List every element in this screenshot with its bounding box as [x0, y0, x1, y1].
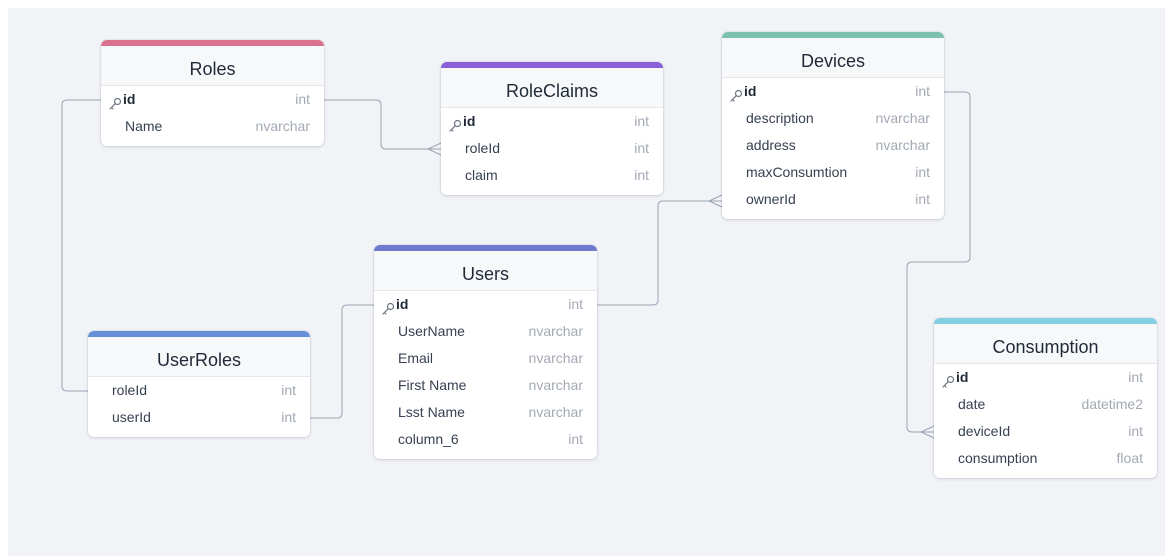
field-name: id	[463, 113, 476, 129]
userroles-field-row[interactable]: roleId int	[88, 377, 310, 404]
field-type: datetime2	[1081, 396, 1143, 412]
roles-table-footer	[101, 140, 324, 146]
field-type: int	[295, 91, 310, 107]
field-name: ownerId	[746, 191, 796, 207]
table-roles[interactable]: Roles id int Name nvarchar	[101, 40, 324, 146]
users-table-header[interactable]: Users	[374, 245, 597, 291]
primary-key-icon	[448, 115, 462, 132]
users-field-row[interactable]: column_6 int	[374, 426, 597, 453]
field-type: int	[1128, 423, 1143, 439]
devices-field-row[interactable]: id int	[722, 78, 944, 105]
userroles-table-header[interactable]: UserRoles	[88, 331, 310, 377]
users-field-row[interactable]: Lsst Name nvarchar	[374, 399, 597, 426]
roleclaims-field-row[interactable]: claim int	[441, 162, 663, 189]
field-type: int	[281, 409, 296, 425]
roleclaims-table-title: RoleClaims	[505, 81, 599, 101]
users-field-row[interactable]: Email nvarchar	[374, 345, 597, 372]
field-type: int	[634, 167, 649, 183]
field-type: nvarchar	[255, 118, 310, 134]
consumption-table-footer	[934, 472, 1157, 478]
consumption-table-header[interactable]: Consumption	[934, 318, 1157, 364]
field-name: Lsst Name	[398, 404, 465, 420]
userroles-field-row[interactable]: userId int	[88, 404, 310, 431]
field-type: nvarchar	[528, 350, 583, 366]
field-name: id	[956, 369, 969, 385]
field-type: nvarchar	[528, 323, 583, 339]
users-field-row[interactable]: id int	[374, 291, 597, 318]
field-type: float	[1116, 450, 1143, 466]
field-type: int	[1128, 369, 1143, 385]
field-name: userId	[112, 409, 151, 425]
roleclaims-field-row[interactable]: roleId int	[441, 135, 663, 162]
field-type: int	[915, 191, 930, 207]
field-name: roleId	[112, 382, 148, 398]
devices-table-header[interactable]: Devices	[722, 32, 944, 78]
field-name: consumption	[958, 450, 1038, 466]
field-name: id	[744, 83, 757, 99]
primary-key-icon	[941, 371, 955, 388]
field-type: int	[915, 83, 930, 99]
devices-table-title: Devices	[800, 51, 866, 71]
primary-key-icon	[108, 93, 122, 110]
field-name: date	[958, 396, 986, 412]
roleclaims-table-footer	[441, 189, 663, 195]
consumption-field-row[interactable]: date datetime2	[934, 391, 1157, 418]
users-field-row[interactable]: UserName nvarchar	[374, 318, 597, 345]
field-name: maxConsumtion	[746, 164, 848, 180]
field-name: roleId	[465, 140, 501, 156]
field-name: claim	[465, 167, 498, 183]
field-type: int	[634, 140, 649, 156]
field-type: int	[281, 382, 296, 398]
field-type: nvarchar	[528, 404, 583, 420]
table-consumption[interactable]: Consumption id int date datetime2 deviceId int…	[934, 318, 1157, 478]
field-name: Name	[125, 118, 163, 134]
consumption-field-row[interactable]: consumption float	[934, 445, 1157, 472]
devices-field-row[interactable]: ownerId int	[722, 186, 944, 213]
users-table-title: Users	[461, 264, 509, 284]
devices-field-row[interactable]: address nvarchar	[722, 132, 944, 159]
table-users[interactable]: Users id int UserName nvarchar Email nvarchar F…	[374, 245, 597, 459]
field-name: First Name	[398, 377, 467, 393]
roleclaims-field-row[interactable]: id int	[441, 108, 663, 135]
consumption-table-title: Consumption	[992, 337, 1099, 357]
field-name: Email	[398, 350, 434, 366]
users-table-footer	[374, 453, 597, 459]
table-devices[interactable]: Devices id int description nvarchar address nv…	[722, 32, 944, 219]
field-name: id	[396, 296, 409, 312]
table-roleclaims[interactable]: RoleClaims id int roleId int claim int	[441, 62, 663, 195]
field-name: id	[123, 91, 136, 107]
consumption-field-row[interactable]: deviceId int	[934, 418, 1157, 445]
field-name: column_6	[398, 431, 459, 447]
users-field-row[interactable]: First Name nvarchar	[374, 372, 597, 399]
userroles-table-footer	[88, 431, 310, 437]
devices-table-footer	[722, 213, 944, 219]
roles-table-title: Roles	[189, 59, 236, 79]
devices-field-row[interactable]: maxConsumtion int	[722, 159, 944, 186]
devices-field-row[interactable]: description nvarchar	[722, 105, 944, 132]
roleclaims-table-header[interactable]: RoleClaims	[441, 62, 663, 108]
roles-field-row[interactable]: id int	[101, 86, 324, 113]
field-type: int	[915, 164, 930, 180]
field-name: deviceId	[958, 423, 1011, 439]
field-type: nvarchar	[875, 137, 930, 153]
field-type: nvarchar	[528, 377, 583, 393]
roles-field-row[interactable]: Name nvarchar	[101, 113, 324, 140]
table-userroles[interactable]: UserRoles roleId int userId int	[88, 331, 310, 437]
field-type: nvarchar	[875, 110, 930, 126]
field-type: int	[634, 113, 649, 129]
userroles-table-title: UserRoles	[156, 350, 242, 370]
field-name: description	[746, 110, 814, 126]
field-name: UserName	[398, 323, 465, 339]
primary-key-icon	[381, 298, 395, 315]
roles-table-header[interactable]: Roles	[101, 40, 324, 86]
field-type: int	[568, 296, 583, 312]
primary-key-icon	[729, 85, 743, 102]
consumption-field-row[interactable]: id int	[934, 364, 1157, 391]
field-name: address	[746, 137, 796, 153]
field-type: int	[568, 431, 583, 447]
